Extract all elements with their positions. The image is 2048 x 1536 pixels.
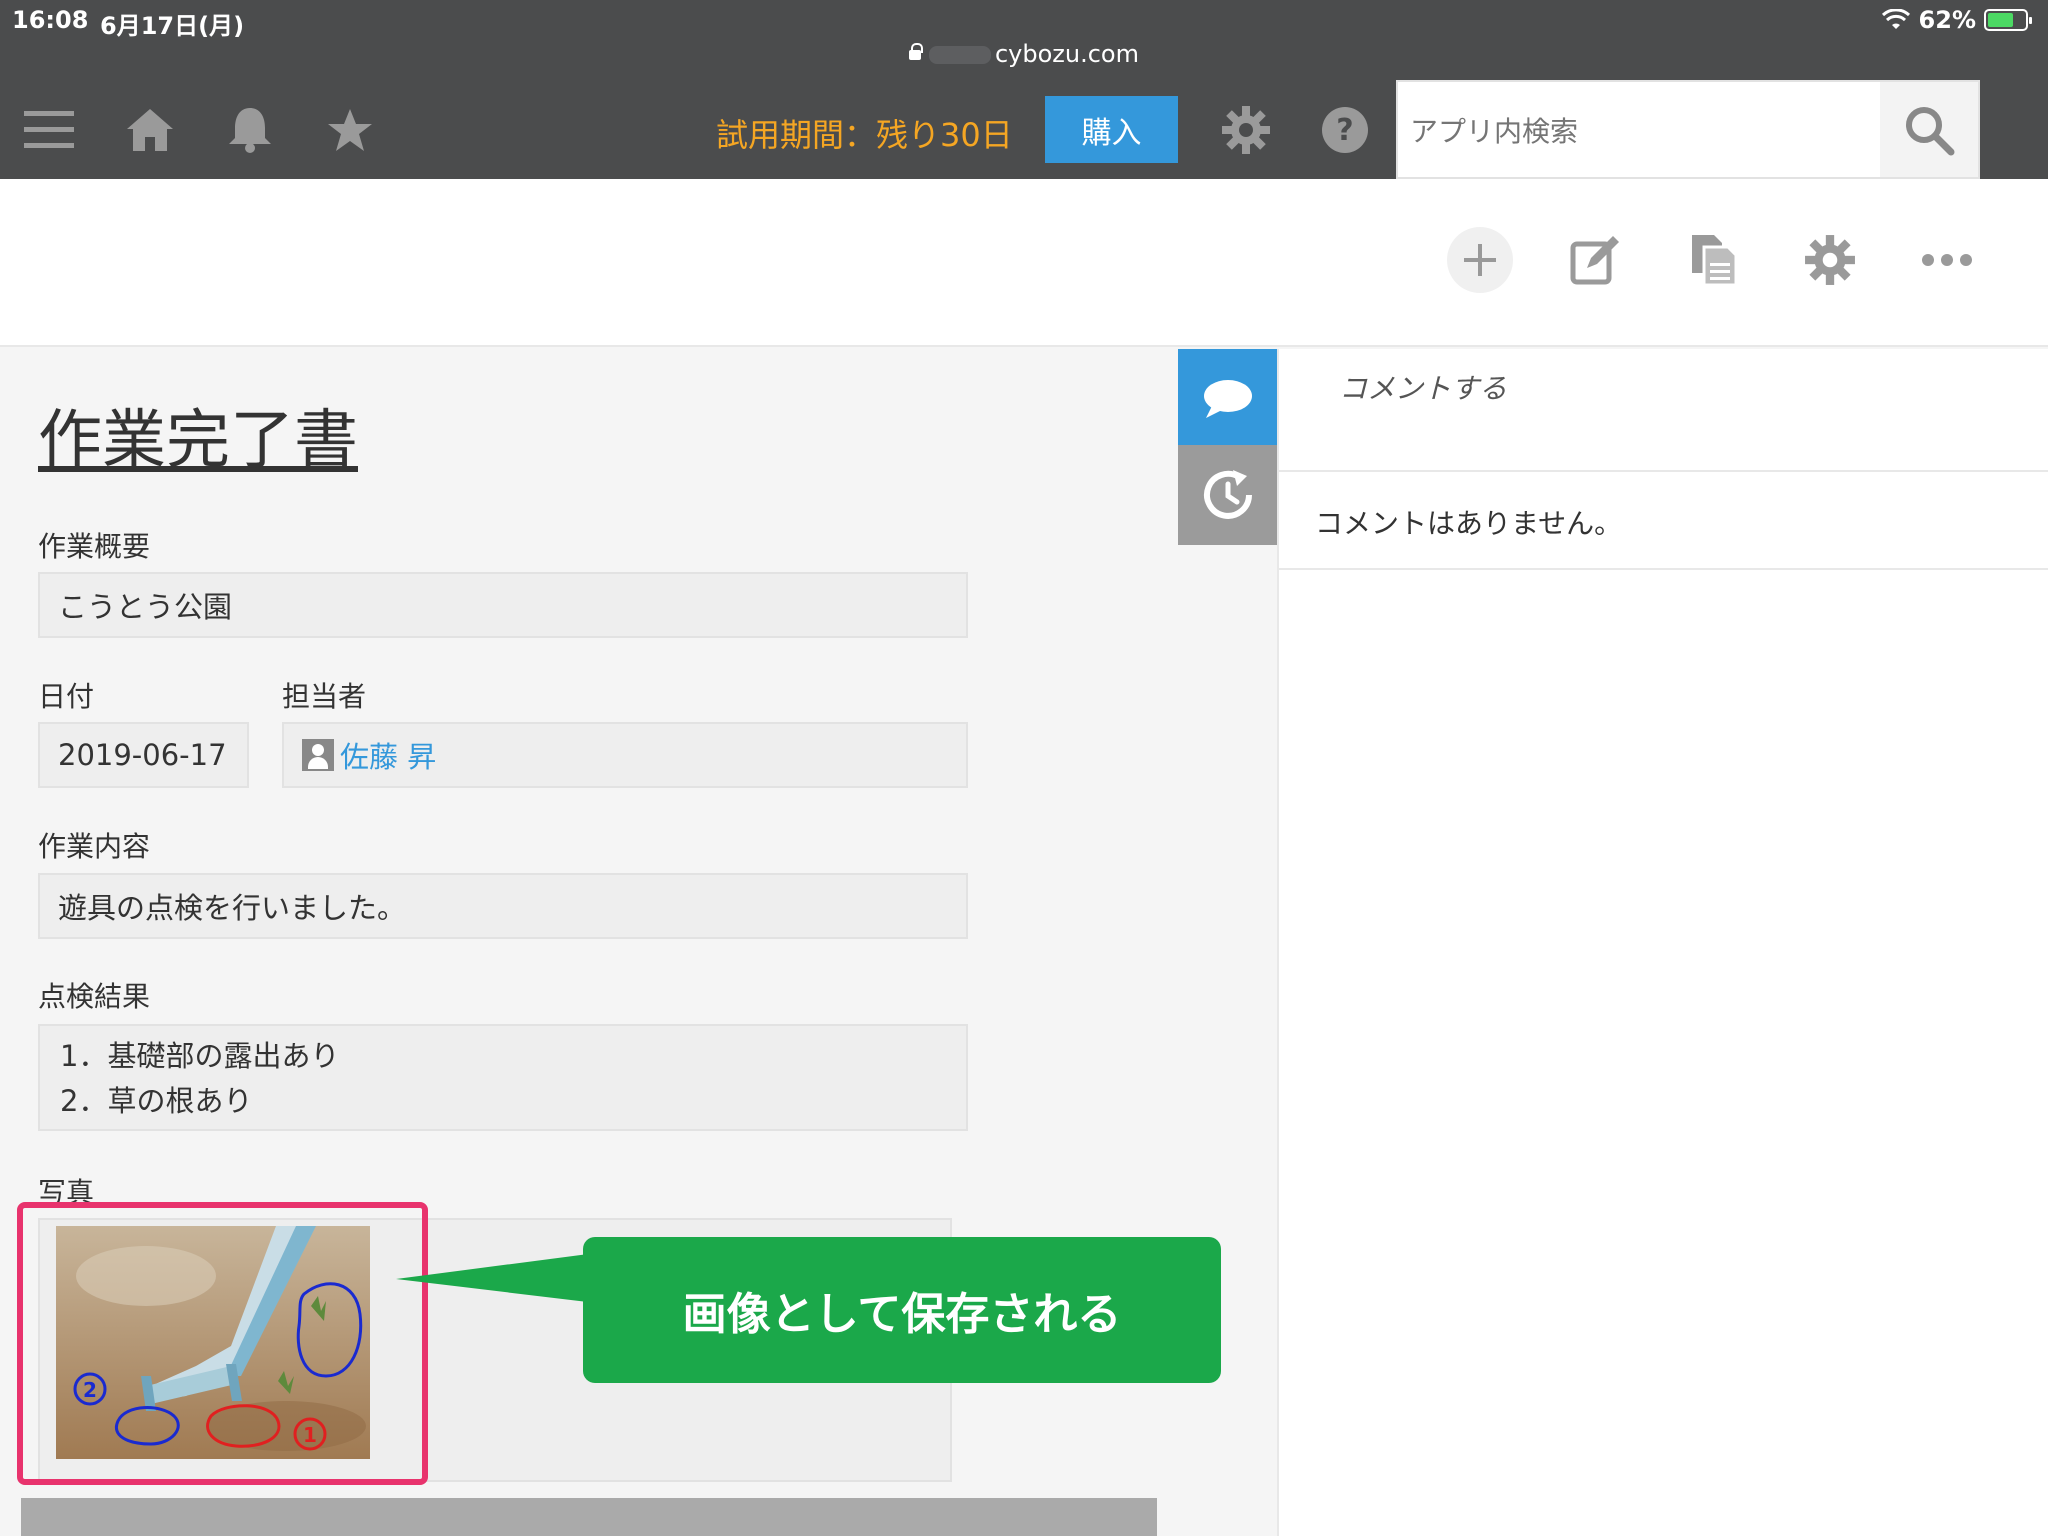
summary-value: こうとう公園 <box>58 590 233 624</box>
menu-icon[interactable] <box>21 102 77 158</box>
date-field: 2019-06-17 <box>38 722 249 788</box>
callout-text: 画像として保存される <box>682 1289 1122 1340</box>
bell-icon[interactable] <box>222 102 278 158</box>
result-label: 点検結果 <box>38 980 151 1013</box>
add-record-button[interactable] <box>1447 227 1513 293</box>
copy-icon <box>1692 235 1738 287</box>
url-bar[interactable]: cybozu.com <box>0 40 2048 68</box>
status-bar: 16:08 6月17日(月) cybozu.com 62% <box>0 0 2048 80</box>
url-text: cybozu.com <box>994 40 1139 68</box>
history-icon <box>1203 470 1252 519</box>
tab-history[interactable] <box>1178 445 1277 545</box>
content-value: 遊具の点検を行いました。 <box>58 891 407 925</box>
home-icon[interactable] <box>122 102 178 158</box>
plus-icon <box>1464 244 1496 276</box>
url-redacted <box>928 46 991 64</box>
edit-icon <box>1570 236 1619 285</box>
bottom-bar <box>21 1498 1157 1536</box>
gear-icon[interactable] <box>1218 102 1274 158</box>
result-line: 1．基礎部の露出あり <box>60 1039 340 1073</box>
empty-comments-text: コメントはありません。 <box>1315 507 1623 540</box>
user-icon <box>302 739 334 771</box>
duplicate-record-button[interactable] <box>1681 227 1747 293</box>
status-right: 62% <box>1881 6 2032 34</box>
record-toolbar <box>0 179 2048 347</box>
comment-placeholder: コメントする <box>1339 372 1508 405</box>
battery-percent: 62% <box>1918 6 1976 34</box>
photo-highlight <box>17 1202 428 1485</box>
comment-input[interactable]: コメントする <box>1279 349 2048 472</box>
star-icon[interactable] <box>322 102 378 158</box>
record-settings-button[interactable] <box>1797 227 1863 293</box>
date-value: 2019-06-17 <box>58 738 227 772</box>
tab-comments[interactable] <box>1178 349 1277 449</box>
record-detail: 作業完了書 作業概要 こうとう公園 日付 2019-06-17 担当者 佐藤 昇… <box>0 349 1221 1536</box>
comments-panel: コメントする コメントはありません。 <box>1277 349 2048 1536</box>
app-header: 試用期間：残り30日 購入 ? <box>0 80 2048 179</box>
callout-pointer <box>396 1253 596 1303</box>
summary-label: 作業概要 <box>38 530 151 563</box>
callout-bubble: 画像として保存される <box>583 1237 1221 1383</box>
status-date: 6月17日(月) <box>100 12 245 40</box>
search-icon <box>1906 106 1955 155</box>
wifi-icon <box>1881 9 1910 29</box>
assignee-link[interactable]: 佐藤 昇 <box>340 734 436 776</box>
edit-record-button[interactable] <box>1562 227 1628 293</box>
result-line: 2．草の根あり <box>60 1084 253 1118</box>
trial-text: 試用期間：残り30日 <box>716 116 1013 154</box>
record-title: 作業完了書 <box>38 404 358 478</box>
buy-button[interactable]: 購入 <box>1045 96 1178 163</box>
content-field: 遊具の点検を行いました。 <box>38 873 968 939</box>
help-icon[interactable]: ? <box>1317 102 1373 158</box>
lock-icon <box>908 43 923 60</box>
content-label: 作業内容 <box>38 830 151 863</box>
summary-field: こうとう公園 <box>38 572 968 638</box>
status-time: 16:08 <box>12 6 89 34</box>
search-box <box>1396 80 1980 179</box>
assignee-label: 担当者 <box>282 680 367 713</box>
result-field: 1．基礎部の露出あり 2．草の根あり <box>38 1024 968 1131</box>
more-icon <box>1922 254 1972 266</box>
search-button[interactable] <box>1880 82 1978 177</box>
gear-icon <box>1805 235 1855 285</box>
search-input[interactable] <box>1410 106 1870 156</box>
speech-bubble-icon <box>1203 380 1252 418</box>
assignee-field: 佐藤 昇 <box>282 722 968 788</box>
more-options-button[interactable] <box>1914 227 1980 293</box>
battery-icon <box>1984 9 2032 31</box>
no-comments-message: コメントはありません。 <box>1279 472 2048 570</box>
svg-text:?: ? <box>1336 113 1353 148</box>
date-label: 日付 <box>38 680 95 713</box>
